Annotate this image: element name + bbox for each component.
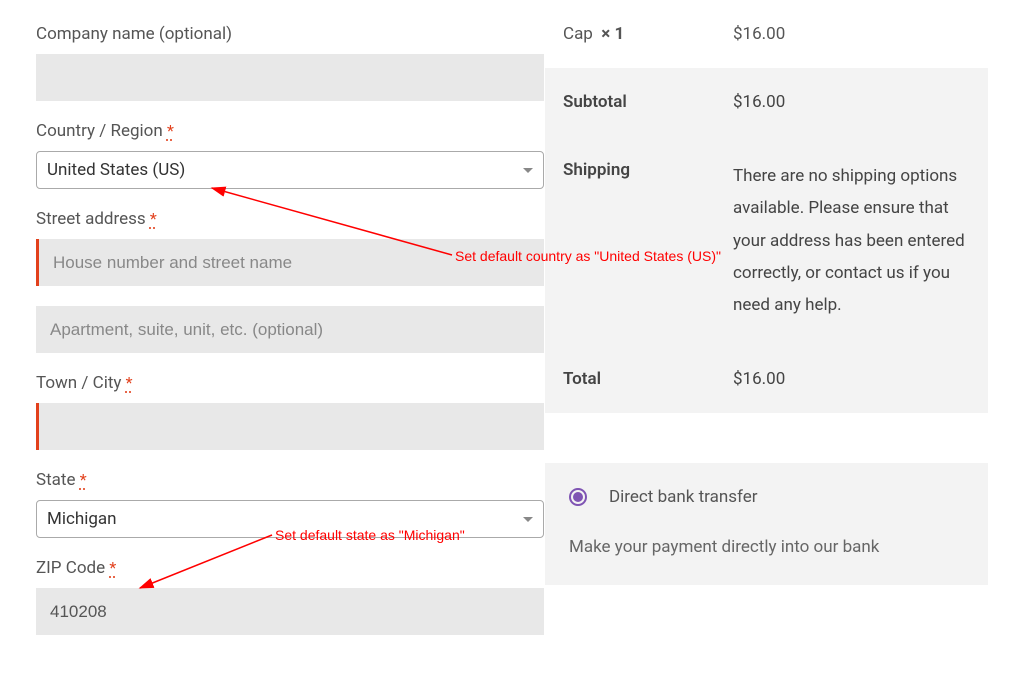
company-name-label: Company name (optional) [36, 24, 545, 44]
street-label: Street address * [36, 209, 545, 229]
summary-subtotal-label: Subtotal [563, 92, 733, 112]
city-label: Town / City * [36, 373, 545, 393]
radio-selected-icon [569, 488, 587, 506]
summary-shipping-row: Shipping There are no shipping options a… [545, 136, 988, 345]
country-value: United States (US) [47, 160, 185, 180]
summary-total-value: $16.00 [733, 369, 970, 389]
required-star-icon: * [150, 209, 157, 228]
summary-total-row: Total $16.00 [545, 345, 988, 413]
annotation-text-1: Set default country as "United States (U… [455, 248, 721, 264]
zip-label: ZIP Code * [36, 558, 545, 578]
chevron-down-icon [523, 168, 533, 173]
payment-description: Make your payment directly into our bank [569, 535, 964, 561]
annotation-text-2: Set default state as "Michigan" [275, 527, 465, 543]
street-address-2-input[interactable] [36, 306, 544, 353]
summary-item-row: Cap × 1 $16.00 [545, 0, 988, 68]
summary-subtotal-row: Subtotal $16.00 [545, 68, 988, 136]
state-value: Michigan [47, 509, 117, 529]
payment-method-label: Direct bank transfer [609, 487, 757, 507]
zip-input[interactable] [36, 588, 544, 635]
summary-subtotal-value: $16.00 [733, 92, 970, 112]
summary-item-price: $16.00 [733, 24, 970, 44]
city-input[interactable] [36, 403, 544, 450]
zip-label-text: ZIP Code [36, 558, 105, 578]
required-star-icon: * [167, 121, 174, 140]
required-star-icon: * [126, 373, 133, 392]
summary-item-name: Cap × 1 [563, 24, 733, 44]
company-name-input[interactable] [36, 54, 544, 101]
country-select[interactable]: United States (US) [36, 151, 544, 189]
street-label-text: Street address [36, 209, 146, 229]
summary-shipping-value: There are no shipping options available.… [733, 160, 970, 321]
state-label-text: State [36, 470, 75, 490]
payment-methods-box: Direct bank transfer Make your payment d… [545, 463, 988, 585]
country-label: Country / Region * [36, 121, 545, 141]
summary-total-label: Total [563, 369, 733, 389]
summary-shipping-label: Shipping [563, 160, 733, 180]
item-qty-text: × 1 [601, 24, 624, 44]
state-label: State * [36, 470, 545, 490]
chevron-down-icon [523, 517, 533, 522]
required-star-icon: * [109, 558, 116, 577]
country-label-text: Country / Region [36, 121, 163, 141]
order-summary-table: Cap × 1 $16.00 Subtotal $16.00 Shipping … [545, 0, 988, 413]
city-label-text: Town / City [36, 373, 121, 393]
required-star-icon: * [80, 470, 87, 489]
item-name-text: Cap [563, 24, 593, 44]
payment-option-bank-transfer[interactable]: Direct bank transfer [569, 487, 964, 507]
